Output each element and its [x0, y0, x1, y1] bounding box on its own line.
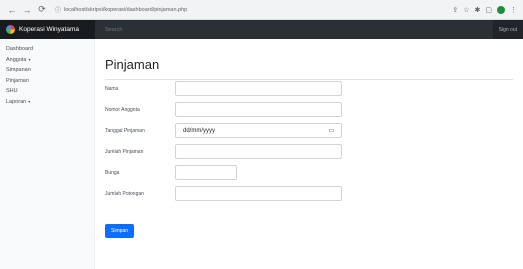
- menu-icon[interactable]: ⋮: [510, 6, 517, 14]
- simpan-button[interactable]: Simpan: [105, 224, 134, 238]
- url-text: localhost/skripsi/koperasi/dashboard/pin…: [64, 6, 188, 13]
- back-icon[interactable]: ←: [6, 4, 18, 16]
- browser-toolbar: ← → ⟳ ⓘ localhost/skripsi/koperasi/dashb…: [0, 0, 523, 20]
- share-icon[interactable]: ⇪: [452, 6, 458, 14]
- search-placeholder: Search: [105, 26, 123, 33]
- tanggal-pinjaman-date-input[interactable]: dd/mm/yyyy ▭: [175, 123, 342, 138]
- form-row-bunga: Bunga: [105, 165, 237, 180]
- nama-input[interactable]: [175, 81, 342, 96]
- field-label: Jumlah Potongan: [105, 190, 144, 197]
- sidepanel-icon[interactable]: ▢: [485, 6, 492, 14]
- sidebar-item-label: Laporan: [6, 98, 27, 105]
- sidebar-item-label: Anggota: [6, 56, 27, 63]
- sidebar-item-anggota[interactable]: Anggota ▾: [0, 55, 94, 66]
- main-content: Pinjaman Nama Nomor Anggota Tanggal Pinj…: [95, 39, 523, 269]
- extensions-icon[interactable]: ✱: [475, 6, 481, 14]
- field-label: Tanggal Pinjaman: [105, 127, 145, 134]
- search-input[interactable]: Search: [95, 20, 493, 39]
- form-row-jumlah-pinjaman: Jumlah Pinjaman: [105, 144, 342, 159]
- brand[interactable]: Koperasi Winyatama: [0, 20, 95, 39]
- reload-icon[interactable]: ⟳: [36, 4, 48, 16]
- page-title: Pinjaman: [105, 57, 160, 72]
- nomor-anggota-input[interactable]: [175, 102, 342, 117]
- divider: [105, 79, 513, 80]
- brand-name: Koperasi Winyatama: [19, 26, 79, 33]
- sidebar-item-label: Simpanan: [6, 67, 31, 73]
- date-placeholder: dd/mm/yyyy: [183, 127, 216, 134]
- sidebar-item-simpanan[interactable]: Simpanan: [0, 65, 94, 76]
- field-label: Nama: [105, 85, 119, 92]
- address-bar[interactable]: ⓘ localhost/skripsi/koperasi/dashboard/p…: [55, 3, 446, 16]
- calendar-icon[interactable]: ▭: [328, 127, 334, 134]
- profile-icon[interactable]: [497, 5, 505, 14]
- info-icon[interactable]: ⓘ: [55, 5, 61, 14]
- sidebar-item-label: SHU: [6, 88, 18, 94]
- sidebar-item-shu[interactable]: SHU: [0, 86, 94, 97]
- bunga-input[interactable]: [175, 165, 237, 180]
- sidebar-item-dashboard[interactable]: Dashboard: [0, 44, 94, 55]
- sidebar-item-pinjaman[interactable]: Pinjaman: [0, 76, 94, 87]
- field-label: Jumlah Pinjaman: [105, 148, 144, 155]
- field-label: Nomor Anggota: [105, 106, 140, 113]
- jumlah-potongan-input[interactable]: [175, 186, 342, 201]
- star-icon[interactable]: ☆: [463, 6, 469, 14]
- forward-icon[interactable]: →: [21, 4, 33, 16]
- jumlah-pinjaman-input[interactable]: [175, 144, 342, 159]
- sidebar-item-label: Dashboard: [6, 46, 33, 52]
- brand-logo-icon: [6, 25, 15, 34]
- field-label: Bunga: [105, 169, 120, 176]
- form-row-tanggal-pinjaman: Tanggal Pinjaman dd/mm/yyyy ▭: [105, 123, 342, 138]
- form-row-nomor-anggota: Nomor Anggota: [105, 102, 342, 117]
- form-row-jumlah-potongan: Jumlah Potongan: [105, 186, 342, 201]
- sidebar-item-label: Pinjaman: [6, 77, 29, 84]
- sign-out-link[interactable]: Sign out: [493, 27, 523, 33]
- chevron-down-icon: ▾: [28, 98, 31, 104]
- app-navbar: Koperasi Winyatama Search Sign out: [0, 20, 523, 39]
- chevron-down-icon: ▾: [28, 56, 31, 62]
- sidebar: Dashboard Anggota ▾ Simpanan Pinjaman SHU…: [0, 39, 95, 269]
- sidebar-item-laporan[interactable]: Laporan ▾: [0, 97, 94, 108]
- form-row-nama: Nama: [105, 81, 342, 96]
